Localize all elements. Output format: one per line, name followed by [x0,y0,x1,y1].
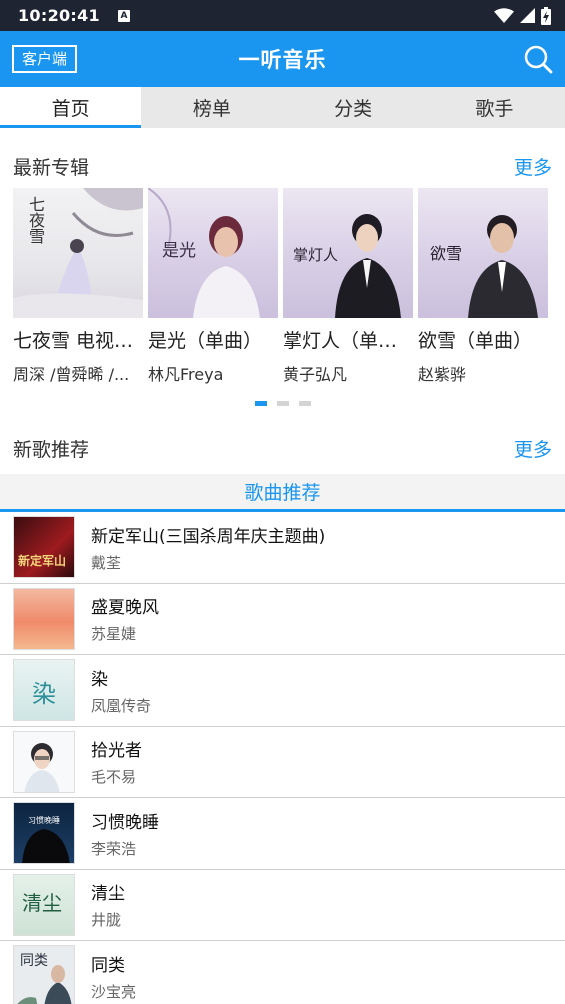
song-title: 同类 [91,955,125,976]
pager-dot[interactable] [276,401,289,406]
song-thumbnail-art [22,829,70,864]
pager-dot[interactable] [298,401,311,406]
song-thumbnail-text: 习惯晚睡 [28,816,60,826]
album-cover-text: 七夜雪 [26,196,45,244]
song-thumbnail-text: 染 [32,680,56,709]
album-cover: 掌灯人 [283,188,413,318]
latest-albums-header: 最新专辑 更多 [0,149,565,183]
status-icons [494,6,551,25]
album-artist: 周深 /曾舜晞 /... [13,365,130,384]
song-title: 清尘 [91,884,125,905]
search-icon[interactable] [523,44,553,74]
signal-icon [520,8,535,23]
song-artist: 苏星婕 [91,625,137,644]
song-thumbnail: 习惯晚睡 [13,802,75,865]
song-thumbnail: 新定军山 [13,516,75,579]
section-title-new-songs: 新歌推荐 [13,438,90,461]
song-thumbnail-text: 同类 [20,953,48,970]
carousel-pager [0,401,565,406]
album-name: 掌灯人（单曲） [283,330,413,352]
new-songs-more-link[interactable]: 更多 [514,435,552,462]
song-artist: 戴荃 [91,553,122,572]
song-title: 拾光者 [91,741,142,762]
song-title: 新定军山(三国杀周年庆主题曲) [91,526,326,547]
song-thumbnail [13,730,75,793]
album-card[interactable]: 掌灯人 掌灯人（单曲） 黄子弘凡 [283,188,413,385]
song-thumbnail-text: 清尘 [22,890,62,915]
album-name: 欲雪（单曲） [418,330,533,352]
tab-charts[interactable]: 榜单 [141,87,282,128]
song-row[interactable]: 习惯晚睡 习惯晚睡 李荣浩 [0,798,565,870]
song-artist: 井胧 [91,911,122,930]
latest-albums-more-link[interactable]: 更多 [514,153,552,180]
tab-categories[interactable]: 分类 [283,87,424,128]
song-thumbnail: 染 [13,659,75,722]
song-title: 染 [91,669,108,690]
album-name: 七夜雪 电视剧原声带 [13,330,143,352]
app-bar: 客户端 一听音乐 [0,31,565,87]
album-card[interactable]: 是光 是光（单曲） 林凡Freya [148,188,278,385]
album-name: 是光（单曲） [148,330,263,352]
tab-home[interactable]: 首页 [0,87,142,128]
song-artist: 凤凰传奇 [91,696,152,715]
song-thumbnail: 清尘 [13,873,75,936]
song-row[interactable]: 同类 同类 沙宝亮 [0,941,565,1004]
song-thumbnail-text: 新定军山 [18,554,67,569]
section-title-latest-albums: 最新专辑 [13,156,90,179]
pager-dot[interactable] [254,401,267,406]
album-artist: 林凡Freya [148,365,224,384]
album-card[interactable]: 七夜雪 七夜雪 电视剧原声带 周深 /曾舜晞 /... [13,188,143,385]
album-cover-text: 欲雪 [430,244,463,263]
album-cover-text: 掌灯人 [293,246,339,264]
notification-icon: A [118,9,130,22]
album-cover: 七夜雪 [13,188,143,318]
song-title: 习惯晚睡 [91,812,159,833]
song-thumbnail-art [24,742,60,792]
song-artist: 沙宝亮 [91,982,137,1001]
song-list: 新定军山 新定军山(三国杀周年庆主题曲) 戴荃 盛夏晚风 苏星婕 染 染 凤凰传… [0,512,565,1004]
song-artist: 毛不易 [91,768,137,787]
song-row[interactable]: 拾光者 毛不易 [0,727,565,798]
status-time: 10:20:41 [18,6,100,25]
battery-icon [541,6,551,25]
album-cover: 是光 [148,188,278,318]
client-button[interactable]: 客户端 [12,45,78,73]
album-card[interactable]: 欲雪 欲雪（单曲） 赵紫骅 [418,188,548,385]
song-artist: 李荣浩 [91,839,137,858]
wifi-icon [494,8,514,23]
app-title: 一听音乐 [238,48,327,72]
album-artist: 黄子弘凡 [283,365,348,384]
song-row[interactable]: 清尘 清尘 井胧 [0,870,565,941]
album-cover-text: 是光 [162,241,196,261]
new-songs-header: 新歌推荐 更多 [0,428,565,468]
song-row[interactable]: 染 染 凤凰传奇 [0,655,565,727]
tab-singers[interactable]: 歌手 [424,87,565,128]
main-tabs: 首页 榜单 分类 歌手 [0,87,565,128]
album-carousel: 七夜雪 七夜雪 电视剧原声带 周深 /曾舜晞 /... 是光 是光（单曲） 林凡… [0,188,565,385]
song-thumbnail: 同类 [13,945,75,1004]
album-artist: 赵紫骅 [418,365,467,384]
song-thumbnail [13,587,75,650]
status-bar: 10:20:41 A [0,0,565,31]
album-cover: 欲雪 [418,188,548,318]
tab-song-recommend[interactable]: 歌曲推荐 [0,474,565,512]
song-row[interactable]: 新定军山 新定军山(三国杀周年庆主题曲) 戴荃 [0,512,565,584]
song-title: 盛夏晚风 [91,598,159,619]
song-row[interactable]: 盛夏晚风 苏星婕 [0,584,565,655]
